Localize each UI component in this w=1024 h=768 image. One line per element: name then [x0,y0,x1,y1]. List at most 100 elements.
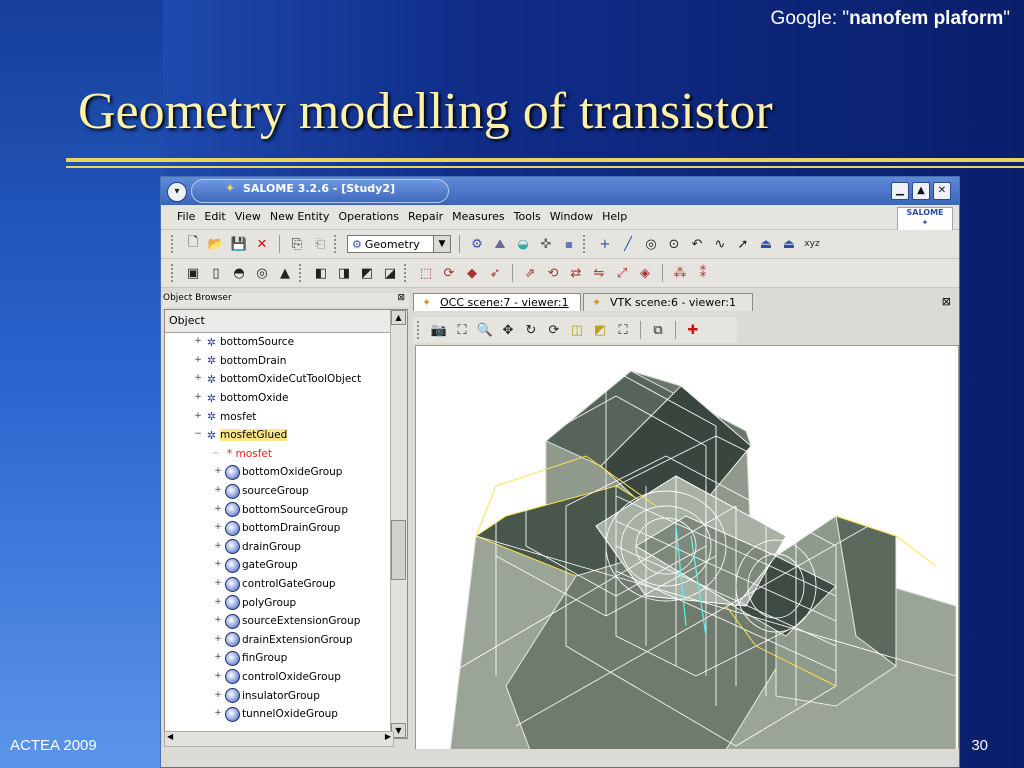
section-icon[interactable]: ◪ [381,264,399,282]
toolbar-grip[interactable] [171,235,177,253]
dump-view-icon[interactable]: 📷 [430,321,448,339]
scale-icon[interactable]: ⤢ [613,264,631,282]
tree-item[interactable]: + ✲ mosfet [165,407,407,426]
collapse-icon[interactable]: − [193,430,203,440]
menu-edit[interactable]: Edit [204,210,225,223]
post-pro-module-icon[interactable]: ◒ [514,235,532,253]
expand-icon[interactable]: + [193,411,203,422]
translation-icon[interactable]: ⇗ [521,264,539,282]
menu-file[interactable]: File [177,210,195,223]
expand-icon[interactable]: + [213,616,223,626]
module-select[interactable]: ⚙ Geometry ▼ [347,235,451,253]
expand-icon[interactable]: + [213,653,223,663]
copy-icon[interactable]: ⎘ [288,235,306,253]
pan-icon[interactable]: ✥ [499,321,517,339]
multi-translation-icon[interactable]: ⁂ [671,264,689,282]
menu-help[interactable]: Help [602,210,627,223]
tree-item[interactable]: + ✲ bottomDrain [165,352,407,371]
tree-item[interactable]: + bottomSourceGroup [165,500,407,519]
mirror-icon[interactable]: ⇋ [590,264,608,282]
tree-item[interactable]: + gateGroup [165,556,407,575]
new-document-icon[interactable]: 🗋 [184,235,202,253]
ellipse-icon[interactable]: ⊙ [665,235,683,253]
tree-item[interactable]: + bottomDrainGroup [165,519,407,538]
view-reset-icon[interactable]: ◩ [591,321,609,339]
expand-icon[interactable]: + [213,486,223,496]
tree-item[interactable]: + drainGroup [165,538,407,557]
plane-icon[interactable]: ⏏ [757,235,775,253]
common-icon[interactable]: ◨ [335,264,353,282]
cylinder-icon[interactable]: ▯ [207,264,225,282]
object-column-header[interactable]: Object [165,310,407,333]
tab-occ-scene[interactable]: ✦ OCC scene:7 - viewer:1 [413,293,581,311]
tree-item[interactable]: + insulatorGroup [165,686,407,705]
chevron-down-icon[interactable]: ▼ [433,236,450,252]
location-icon[interactable]: ⇄ [567,264,585,282]
menu-window[interactable]: Window [550,210,593,223]
extrusion-icon[interactable]: ⬚ [417,264,435,282]
tree-item[interactable]: + drainExtensionGroup [165,631,407,650]
expand-icon[interactable]: + [213,504,223,515]
window-titlebar[interactable]: ▾ ✦ SALOME 3.2.6 - [Study2] ▁ ▲ ✕ [161,177,959,205]
paste-icon[interactable]: ⎗ [311,235,329,253]
tree-item[interactable]: + tunnelOxideGroup [165,705,407,724]
tree-item[interactable]: − ✲ mosfetGlued [165,426,407,445]
point-icon[interactable]: + [596,235,614,253]
menu-tools[interactable]: Tools [514,210,541,223]
minimize-button[interactable]: ▁ [891,182,909,200]
working-plane-icon[interactable]: ⏏ [780,235,798,253]
pipe-icon[interactable]: ➶ [486,264,504,282]
vector-icon[interactable]: ➚ [734,235,752,253]
menu-measures[interactable]: Measures [452,210,504,223]
line-icon[interactable]: ╱ [619,235,637,253]
tree-item[interactable]: + sourceExtensionGroup [165,612,407,631]
tree-item[interactable]: + finGroup [165,649,407,668]
expand-icon[interactable]: + [213,523,223,533]
rotation-icon[interactable]: ⟲ [544,264,562,282]
expand-icon[interactable]: + [213,579,223,589]
tree-item[interactable]: + controlOxideGroup [165,668,407,687]
scroll-right-icon[interactable]: ▶ [385,732,391,741]
expand-icon[interactable]: + [213,634,223,645]
torus-icon[interactable]: ◎ [253,264,271,282]
close-document-icon[interactable]: ✕ [253,235,271,253]
multi-rotation-icon[interactable]: ⁑ [694,264,712,282]
tree-item[interactable]: + ✲ bottomOxide [165,389,407,408]
expand-icon[interactable]: + [213,690,223,701]
tree-item[interactable]: + ✲ bottomOxideCutToolObject [165,370,407,389]
expand-icon[interactable]: + [213,541,223,552]
toolbar-grip[interactable] [171,264,177,282]
expand-icon[interactable]: + [193,393,203,403]
tree-item[interactable]: + bottomOxideGroup [165,463,407,482]
save-icon[interactable]: 💾 [230,235,248,253]
scroll-thumb[interactable] [391,520,406,580]
med-module-icon[interactable]: ▦ [560,235,578,253]
tree-item[interactable]: + polyGroup [165,593,407,612]
horizontal-scrollbar[interactable]: ◀ ▶ [164,731,394,747]
expand-icon[interactable]: + [193,355,203,366]
toolbar-grip[interactable] [299,264,305,282]
circle-icon[interactable]: ◎ [642,235,660,253]
window-menu-icon[interactable]: ▾ [167,182,187,202]
memorize-view-icon[interactable]: ⛶ [614,321,632,339]
scroll-left-icon[interactable]: ◀ [167,732,173,741]
close-icon[interactable]: ⊠ [397,293,405,303]
toolbar-grip[interactable] [404,264,410,282]
expand-icon[interactable]: + [213,467,223,477]
cut-icon[interactable]: ◩ [358,264,376,282]
menu-repair[interactable]: Repair [408,210,443,223]
rotation-icon[interactable]: ⟳ [545,321,563,339]
menu-view[interactable]: View [235,210,261,223]
clipping-plane-icon[interactable]: ✚ [684,321,702,339]
open-folder-icon[interactable]: 📂 [207,235,225,253]
toolbar-grip[interactable] [334,235,340,253]
tree-item[interactable]: + controlGateGroup [165,575,407,594]
tree-item[interactable]: ┄ * mosfet [165,445,407,464]
fuse-icon[interactable]: ◧ [312,264,330,282]
curve-icon[interactable]: ∿ [711,235,729,253]
tree-item[interactable]: + sourceGroup [165,482,407,501]
arc-icon[interactable]: ↶ [688,235,706,253]
toolbar-grip[interactable] [417,321,423,339]
occ-3d-viewer[interactable] [415,345,959,767]
filling-icon[interactable]: ◆ [463,264,481,282]
